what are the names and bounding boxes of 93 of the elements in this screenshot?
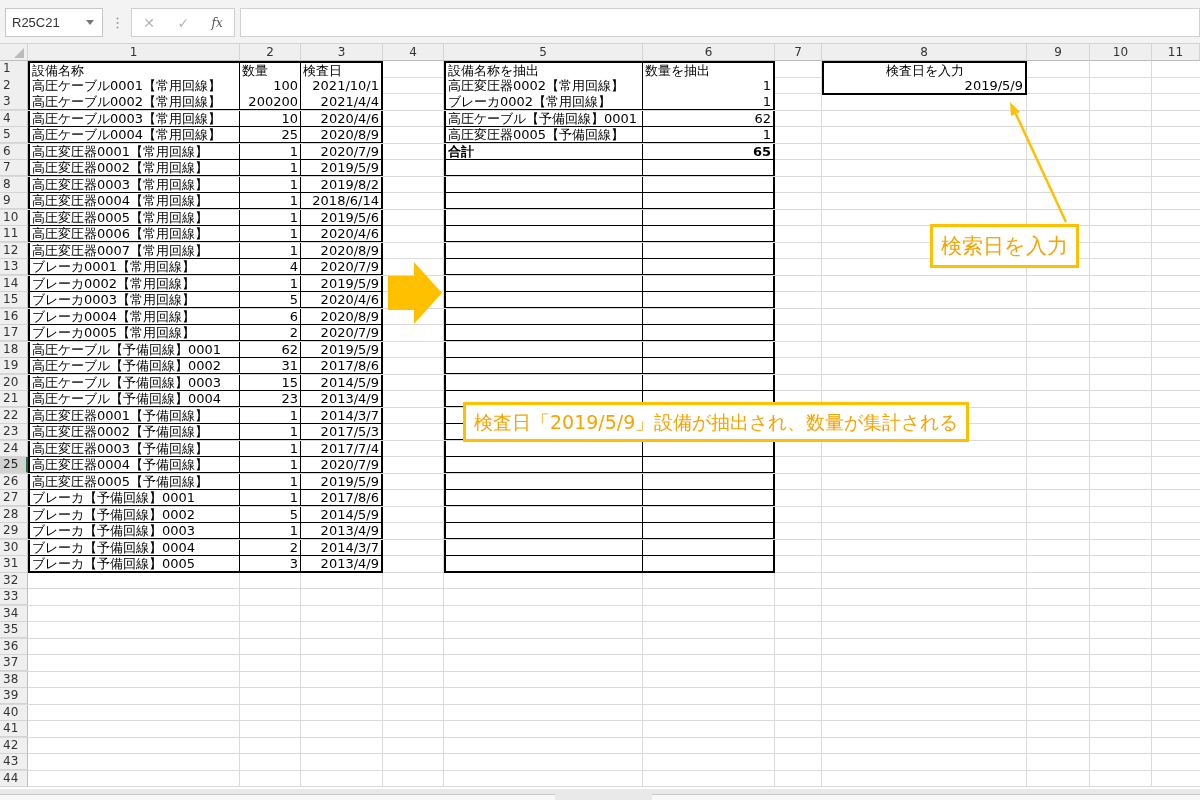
column-header[interactable]: 8: [822, 44, 1027, 61]
table-cell[interactable]: 2020/7/9: [301, 457, 383, 473]
table-cell[interactable]: 2020/8/9: [301, 127, 383, 143]
row-header[interactable]: 27: [0, 490, 28, 506]
table-cell[interactable]: 2020/4/6: [301, 292, 383, 308]
table-cell[interactable]: 2020/7/9: [301, 259, 383, 275]
row-header[interactable]: 9: [0, 193, 28, 209]
table-header-cell[interactable]: 数量: [240, 61, 301, 79]
table-cell[interactable]: 2020/7/9: [301, 325, 383, 341]
table-cell[interactable]: 2: [240, 325, 301, 341]
table-cell[interactable]: 200200: [240, 94, 301, 110]
row-header[interactable]: 43: [0, 754, 28, 770]
table-cell[interactable]: 1: [240, 160, 301, 176]
annotation-tooltip: 検査日「2019/5/9」設備が抽出され、数量が集計される: [463, 402, 970, 442]
table-cell[interactable]: ブレーカ【予備回線】0005: [28, 556, 240, 573]
input-label[interactable]: 検査日を入力: [822, 61, 1027, 79]
row-header[interactable]: 37: [0, 655, 28, 671]
row-header[interactable]: 41: [0, 721, 28, 737]
table-cell[interactable]: 2020/4/6: [301, 226, 383, 242]
column-header[interactable]: 2: [240, 44, 301, 61]
table-cell[interactable]: 31: [240, 358, 301, 374]
row-header[interactable]: 23: [0, 424, 28, 440]
row-header[interactable]: 5: [0, 127, 28, 143]
table-cell[interactable]: 高圧ケーブル【予備回線】0002: [28, 358, 240, 374]
insert-function-button[interactable]: fx: [211, 15, 223, 30]
table-cell[interactable]: ブレーカ0005【常用回線】: [28, 325, 240, 341]
column-header[interactable]: 4: [383, 44, 444, 61]
row-header[interactable]: 33: [0, 589, 28, 605]
row-header[interactable]: 39: [0, 688, 28, 704]
table-cell[interactable]: 2013/4/9: [301, 556, 383, 573]
table-cell[interactable]: ブレーカ【予備回線】0001: [28, 490, 240, 506]
row-header[interactable]: 35: [0, 622, 28, 638]
table-cell[interactable]: 3: [240, 556, 301, 573]
row-header[interactable]: 17: [0, 325, 28, 341]
table-header-cell[interactable]: 数量を抽出: [643, 61, 775, 79]
table-cell[interactable]: 高圧変圧器0004【常用回線】: [28, 193, 240, 209]
table-header-cell[interactable]: 設備名称を抽出: [444, 61, 643, 79]
row-header[interactable]: 31: [0, 556, 28, 573]
column-header[interactable]: 6: [643, 44, 775, 61]
table-cell[interactable]: 2018/6/14: [301, 193, 383, 209]
table-cell[interactable]: 5: [240, 292, 301, 308]
table-cell[interactable]: 高圧変圧器0006【常用回線】: [28, 226, 240, 242]
table-cell[interactable]: 高圧変圧器0005【予備回線】: [444, 127, 643, 143]
table-cell[interactable]: 2017/5/3: [301, 424, 383, 440]
table-cell[interactable]: 1: [240, 226, 301, 242]
annotation-tooltip: 検索日を入力: [930, 224, 1079, 268]
row-header[interactable]: 13: [0, 259, 28, 275]
table-cell[interactable]: 1: [240, 457, 301, 473]
table-cell[interactable]: 4: [240, 259, 301, 275]
row-header[interactable]: 19: [0, 358, 28, 374]
table-cell[interactable]: 高圧ケーブル【予備回線】0004: [28, 391, 240, 407]
column-header[interactable]: 11: [1152, 44, 1200, 61]
table-cell[interactable]: 1: [643, 127, 775, 143]
row-header[interactable]: 1: [0, 61, 28, 79]
table-cell[interactable]: 2017/8/6: [301, 358, 383, 374]
column-header[interactable]: 1: [28, 44, 240, 61]
table-cell[interactable]: 25: [240, 127, 301, 143]
table-cell[interactable]: 1: [240, 193, 301, 209]
table-cell[interactable]: 2017/8/6: [301, 490, 383, 506]
row-header[interactable]: 25: [0, 457, 28, 473]
table-cell[interactable]: 高圧変圧器0002【予備回線】: [28, 424, 240, 440]
column-header[interactable]: 9: [1027, 44, 1090, 61]
table-cell[interactable]: 1: [240, 490, 301, 506]
table-cell[interactable]: 2013/4/9: [301, 391, 383, 407]
row-header[interactable]: 7: [0, 160, 28, 176]
table-cell[interactable]: 高圧ケーブル0002【常用回線】: [28, 94, 240, 110]
row-header[interactable]: 29: [0, 523, 28, 539]
column-header[interactable]: 5: [444, 44, 643, 61]
row-header[interactable]: 11: [0, 226, 28, 242]
column-header[interactable]: 10: [1090, 44, 1152, 61]
table-cell[interactable]: 2013/4/9: [301, 523, 383, 539]
table-cell[interactable]: 1: [240, 424, 301, 440]
table-cell[interactable]: 2021/4/4: [301, 94, 383, 110]
name-box[interactable]: R25C21: [5, 8, 103, 37]
table-cell[interactable]: ブレーカ0002【常用回線】: [444, 94, 643, 110]
row-header[interactable]: 3: [0, 94, 28, 110]
row-header[interactable]: 21: [0, 391, 28, 407]
table-cell[interactable]: 2019/5/9: [301, 160, 383, 176]
table-cell[interactable]: 高圧変圧器0002【常用回線】: [28, 160, 240, 176]
column-header[interactable]: 3: [301, 44, 383, 61]
table-header-cell[interactable]: 設備名称: [28, 61, 240, 79]
table-header-cell[interactable]: 検査日: [301, 61, 383, 79]
table-cell[interactable]: 1: [240, 523, 301, 539]
cell-reference: R25C21: [12, 15, 60, 30]
table-cell[interactable]: 23: [240, 391, 301, 407]
table-cell[interactable]: ブレーカ【予備回線】0003: [28, 523, 240, 539]
row-header[interactable]: 15: [0, 292, 28, 308]
table-cell[interactable]: 高圧変圧器0004【予備回線】: [28, 457, 240, 473]
column-header[interactable]: 7: [775, 44, 822, 61]
table-cell[interactable]: 1: [643, 94, 775, 110]
table-cell[interactable]: ブレーカ0003【常用回線】: [28, 292, 240, 308]
table-cell[interactable]: 高圧ケーブル0004【常用回線】: [28, 127, 240, 143]
table-cell[interactable]: ブレーカ0001【常用回線】: [28, 259, 240, 275]
